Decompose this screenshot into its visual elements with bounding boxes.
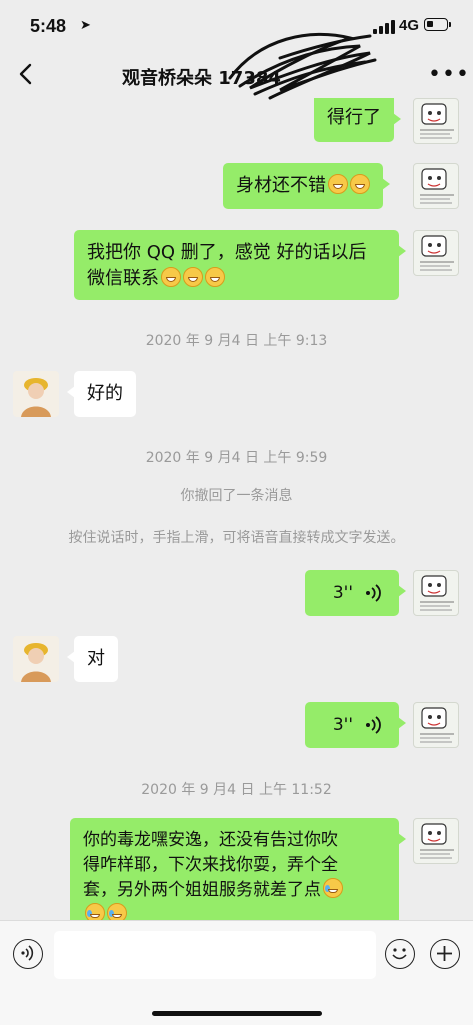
timestamp: 2020 年 9 月4 日 上午 9:13	[145, 333, 328, 349]
avatar-sticker-icon	[420, 707, 454, 743]
voice-message-bubble[interactable]: 3''	[305, 570, 406, 616]
message-text-line: 我把你 QQ 删了，感觉 好的话以后	[87, 242, 367, 263]
voice-message-bubble[interactable]: 3''	[305, 702, 406, 748]
avatar-self[interactable]	[413, 230, 459, 276]
home-indicator	[152, 1011, 322, 1016]
message-bubble-contact[interactable]: 对	[67, 636, 118, 682]
message-text: 好的	[87, 383, 123, 404]
recall-notice: 你撤回了一条消息	[180, 488, 293, 504]
message-text-line: 你的毒龙嘿安逸，还没有告过你吹	[83, 830, 338, 850]
voice-icon	[21, 945, 34, 961]
contact-photo	[13, 636, 59, 682]
voice-duration: 3''	[332, 583, 353, 603]
battery-icon	[424, 18, 451, 31]
emoji-icon	[392, 948, 407, 960]
avatar-sticker-icon	[420, 575, 454, 611]
grin-emoji-icon	[328, 174, 348, 194]
voice-wave-icon	[366, 584, 381, 602]
more-icon[interactable]: •••	[428, 64, 470, 86]
message-text-line: 微信联系	[87, 268, 159, 289]
chat-header: 观音桥朵朵 17384 •••	[0, 32, 473, 100]
voice-wave-icon	[366, 716, 381, 734]
avatar-sticker-icon	[420, 103, 454, 139]
message-text: 身材还不错	[236, 175, 326, 196]
avatar-sticker-icon	[420, 235, 454, 271]
contact-photo	[13, 371, 59, 417]
avatar-self[interactable]	[413, 702, 459, 748]
message-bubble-self[interactable]: 身材还不错	[223, 163, 390, 209]
avatar-self[interactable]	[413, 570, 459, 616]
avatar-sticker-icon	[420, 823, 454, 859]
avatar-self[interactable]	[413, 163, 459, 209]
grin-emoji-icon	[205, 267, 225, 287]
grin-emoji-icon	[183, 267, 203, 287]
plus-button[interactable]	[430, 939, 460, 969]
voice-hint: 按住说话时，手指上滑，可将语音直接转成文字发送。	[68, 530, 405, 546]
timestamp: 2020 年 9 月4 日 上午 9:59	[145, 450, 328, 466]
message-bubble-self[interactable]: 我把你 QQ 删了，感觉 好的话以后 微信联系	[74, 230, 406, 300]
location-icon: ➤	[80, 18, 91, 33]
voice-duration: 3''	[332, 715, 353, 735]
emoji-button[interactable]	[385, 939, 415, 969]
avatar-contact[interactable]	[13, 636, 59, 682]
plus-icon	[437, 946, 452, 961]
laugh-cry-emoji-icon	[323, 878, 343, 898]
timestamp: 2020 年 9 月4 日 上午 11:52	[141, 782, 332, 798]
redaction-scribble	[228, 32, 377, 100]
avatar-sticker-icon	[420, 168, 454, 204]
message-bubble-self[interactable]: 得行了	[314, 98, 401, 142]
avatar-self[interactable]	[413, 818, 459, 864]
avatar-self[interactable]	[413, 98, 459, 144]
message-bubble-contact[interactable]: 好的	[67, 371, 136, 417]
message-text-line: 得咋样耶，下次来找你耍，弄个全	[83, 855, 338, 875]
input-bar	[0, 920, 473, 1025]
network-type: 4G	[399, 17, 420, 34]
voice-toggle-button[interactable]	[13, 939, 43, 969]
back-chevron-icon[interactable]	[16, 62, 38, 86]
message-text: 得行了	[327, 107, 381, 128]
message-input[interactable]	[54, 931, 376, 979]
message-text: 对	[87, 648, 105, 669]
status-time: 5:48	[30, 16, 67, 36]
grin-emoji-icon	[161, 267, 181, 287]
message-text-line: 套，另外两个姐姐服务就差了点	[83, 880, 321, 900]
avatar-contact[interactable]	[13, 371, 59, 417]
grin-emoji-icon	[350, 174, 370, 194]
